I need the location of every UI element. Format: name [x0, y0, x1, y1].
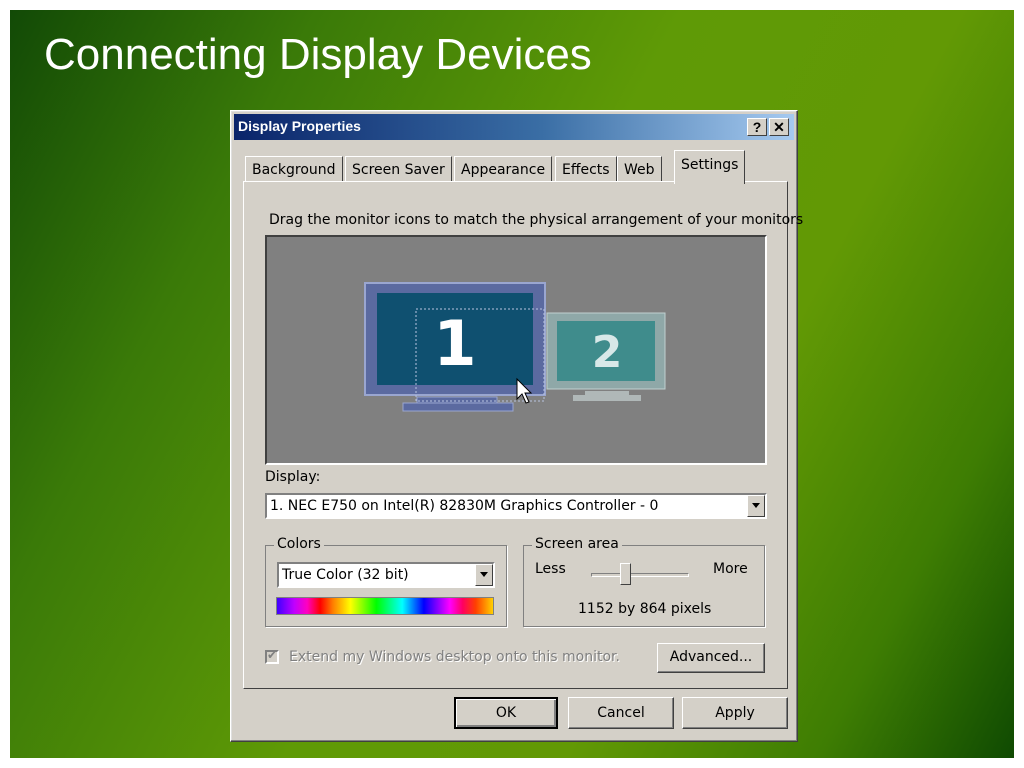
ok-button[interactable]: OK: [454, 697, 558, 729]
tab-web[interactable]: Web: [617, 156, 662, 182]
screen-area-slider-thumb[interactable]: [620, 563, 631, 585]
advanced-button[interactable]: Advanced...: [657, 643, 765, 673]
display-properties-dialog: Display Properties ? ✕ Background Screen…: [230, 110, 803, 742]
checkmark-icon: ✔: [267, 648, 278, 662]
display-dropdown-arrow-icon[interactable]: [747, 495, 765, 517]
window-title: Display Properties: [238, 118, 361, 134]
colors-dropdown-arrow-icon[interactable]: [475, 564, 493, 586]
display-label: Display:: [265, 469, 321, 485]
monitor-arrangement-svg: 1 2: [364, 282, 666, 412]
arrange-instruction: Drag the monitor icons to match the phys…: [269, 212, 804, 228]
tab-screen-saver[interactable]: Screen Saver: [345, 156, 452, 182]
monitor-2-icon[interactable]: 2: [546, 312, 666, 401]
title-bar[interactable]: Display Properties ? ✕: [234, 114, 794, 140]
tab-appearance[interactable]: Appearance: [454, 156, 553, 182]
resolution-text: 1152 by 864 pixels: [578, 601, 712, 617]
help-button[interactable]: ?: [747, 118, 767, 136]
colors-legend: Colors: [274, 536, 324, 552]
monitor-arrangement-preview: 1 2: [265, 235, 767, 465]
more-label: More: [713, 561, 748, 577]
tab-background[interactable]: Background: [245, 156, 343, 182]
colors-select-value: True Color (32 bit): [282, 567, 409, 583]
less-label: Less: [535, 561, 566, 577]
display-select-value: 1. NEC E750 on Intel(R) 82830M Graphics …: [270, 498, 659, 514]
apply-button[interactable]: Apply: [682, 697, 788, 729]
close-button[interactable]: ✕: [769, 118, 789, 136]
slide-title: Connecting Display Devices: [44, 30, 592, 79]
tab-settings[interactable]: Settings: [674, 150, 746, 184]
tab-effects[interactable]: Effects: [555, 156, 617, 182]
colors-select[interactable]: True Color (32 bit): [277, 562, 495, 588]
screen-area-legend: Screen area: [532, 536, 622, 552]
screen-area-slider[interactable]: [591, 573, 689, 577]
monitor-2-number: 2: [592, 327, 623, 378]
extend-desktop-label: Extend my Windows desktop onto this moni…: [289, 649, 620, 665]
extend-desktop-checkbox[interactable]: ✔: [265, 648, 279, 664]
monitor-1-number: 1: [433, 307, 476, 380]
cancel-button[interactable]: Cancel: [568, 697, 674, 729]
color-spectrum-preview: [276, 597, 494, 615]
display-select[interactable]: 1. NEC E750 on Intel(R) 82830M Graphics …: [265, 493, 767, 519]
